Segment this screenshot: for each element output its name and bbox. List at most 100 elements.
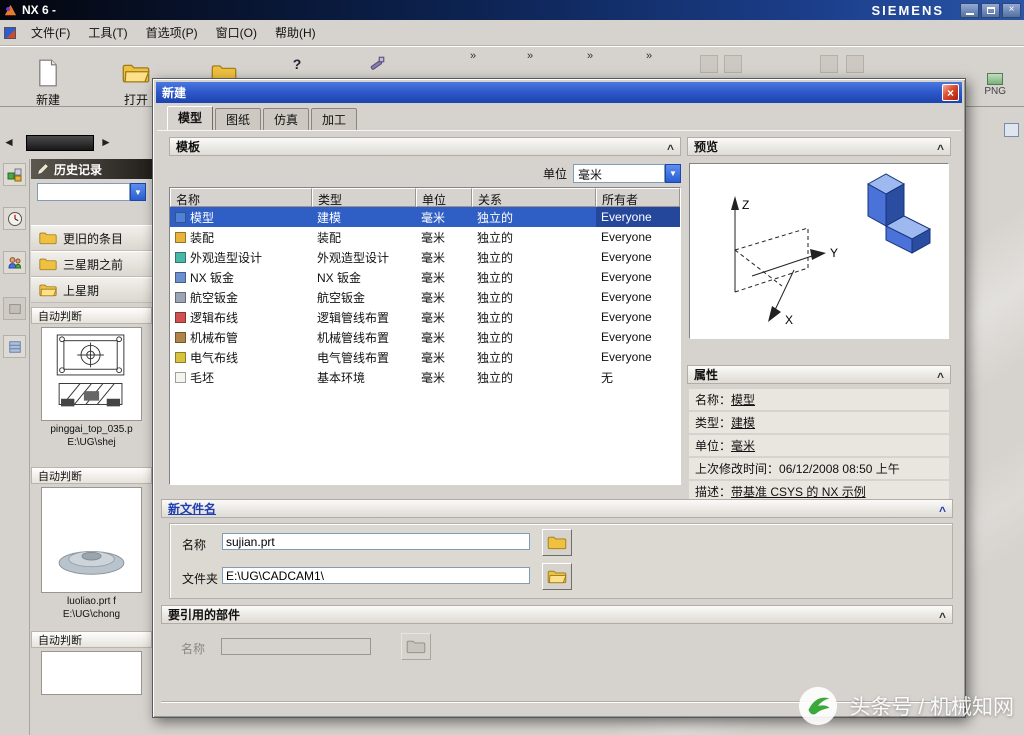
view-mini-icon[interactable] — [1004, 123, 1019, 137]
toolbar-overflow-icon[interactable]: » — [527, 50, 533, 62]
property-last-modified: 上次修改时间：06/12/2008 08:50 上午 — [689, 458, 949, 479]
part-thumbnail-image — [42, 491, 141, 589]
nx-application-window: NX 6 - SIEMENS × 文件(F) 工具(T) 首选项(P) 窗口(O… — [0, 0, 1024, 735]
collapse-arrow-icon[interactable]: ^ — [939, 612, 946, 622]
history-group-older[interactable]: 更旧的条目 — [31, 225, 152, 251]
column-header-type[interactable]: 类型 — [312, 188, 416, 207]
browse-file-button[interactable] — [542, 529, 572, 556]
tab-simulation[interactable]: 仿真 — [263, 108, 309, 131]
column-header-relationship[interactable]: 关系 — [472, 188, 596, 207]
units-label: 单位 — [543, 165, 567, 182]
part-thumbnail[interactable] — [41, 651, 142, 695]
menubar: 文件(F) 工具(T) 首选项(P) 窗口(O) 帮助(H) — [0, 20, 1024, 46]
property-type: 类型：建模 — [689, 412, 949, 433]
properties-section-header[interactable]: 属性 ^ — [687, 365, 951, 384]
close-window-button[interactable]: × — [1002, 3, 1021, 18]
library-icon[interactable] — [3, 297, 26, 320]
units-row: 单位 毫米 ▼ — [169, 161, 681, 185]
disabled-tool-icon — [846, 55, 864, 73]
dialog-close-button[interactable]: × — [942, 84, 959, 101]
collapse-arrow-icon[interactable]: ^ — [667, 144, 674, 154]
navigator-icon[interactable] — [3, 163, 26, 186]
menu-preferences[interactable]: 首选项(P) — [137, 21, 207, 44]
table-row[interactable]: 航空钣金航空钣金毫米独立的Everyone — [170, 287, 680, 307]
folder-icon — [547, 535, 567, 550]
menu-help[interactable]: 帮助(H) — [266, 21, 325, 44]
window-title: NX 6 - — [22, 3, 56, 17]
collapse-arrow-icon[interactable]: ^ — [937, 144, 944, 154]
panel-back-icon[interactable]: ◄ — [3, 135, 15, 149]
table-cell: 独立的 — [472, 227, 596, 247]
history-entry-header[interactable]: 自动判断 — [31, 307, 152, 324]
new-file-panel: 名称 文件夹 — [169, 523, 953, 599]
watermark-logo-icon — [797, 685, 839, 727]
history-entry-header[interactable]: 自动判断 — [31, 631, 152, 648]
history-filter-combobox[interactable]: ▼ — [37, 183, 146, 201]
menu-window[interactable]: 窗口(O) — [207, 21, 266, 44]
roles-icon[interactable] — [3, 251, 26, 274]
shape-studio-template-icon — [175, 252, 186, 263]
templates-section-header[interactable]: 模板 ^ — [169, 137, 681, 156]
file-name-input[interactable] — [222, 533, 530, 550]
history-entry: 自动判断 luoliao.prt f E:\UG\chong — [31, 467, 152, 621]
toolbar-overflow-icon[interactable]: » — [470, 50, 476, 62]
table-row[interactable]: 外观造型设计外观造型设计毫米独立的Everyone — [170, 247, 680, 267]
history-clock-icon[interactable] — [3, 207, 26, 230]
table-row[interactable]: 模型建模毫米独立的Everyone — [170, 207, 680, 227]
table-cell: 独立的 — [472, 247, 596, 267]
folder-path-input[interactable] — [222, 567, 530, 584]
table-row[interactable]: NX 钣金NX 钣金毫米独立的Everyone — [170, 267, 680, 287]
collapse-arrow-icon[interactable]: ^ — [937, 372, 944, 382]
history-entry-header[interactable]: 自动判断 — [31, 467, 152, 484]
table-row[interactable]: 装配装配毫米独立的Everyone — [170, 227, 680, 247]
tool-icon — [368, 55, 386, 73]
table-row[interactable]: 机械布管机械管线布置毫米独立的Everyone — [170, 327, 680, 347]
history-group-three-weeks[interactable]: 三星期之前 — [31, 251, 152, 277]
reference-section-header[interactable]: 要引用的部件 ^ — [161, 605, 953, 624]
table-row[interactable]: 电气布线电气管线布置毫米独立的Everyone — [170, 347, 680, 367]
table-cell: Everyone — [596, 267, 680, 287]
palettes-icon[interactable] — [3, 335, 26, 358]
table-cell: 毫米 — [416, 347, 472, 367]
column-header-units[interactable]: 单位 — [416, 188, 472, 207]
toolbar-overflow-icon[interactable]: » — [587, 50, 593, 62]
history-filter-field[interactable] — [37, 183, 130, 201]
dropdown-arrow-icon[interactable]: ▼ — [130, 183, 146, 201]
minimize-button[interactable] — [960, 3, 979, 18]
tab-model[interactable]: 模型 — [167, 106, 213, 131]
table-cell: 外观造型设计 — [170, 247, 312, 267]
toolbar-overflow-icon[interactable]: » — [646, 50, 652, 62]
panel-forward-icon[interactable]: ► — [100, 135, 112, 149]
tools-button[interactable] — [366, 53, 388, 75]
new-file-section-header[interactable]: 新文件名 ^ — [161, 499, 953, 518]
part-thumbnail[interactable] — [41, 487, 142, 593]
column-header-owner[interactable]: 所有者 — [596, 188, 680, 207]
table-header-row: 名称 类型 单位 关系 所有者 — [170, 188, 680, 207]
table-cell: Everyone — [596, 247, 680, 267]
table-cell: NX 钣金 — [170, 267, 312, 287]
png-export-button[interactable]: PNG — [984, 73, 1006, 97]
part-thumbnail[interactable] — [41, 327, 142, 421]
dropdown-arrow-icon[interactable]: ▼ — [665, 164, 681, 183]
collapse-arrow-icon[interactable]: ^ — [939, 506, 946, 516]
dialog-titlebar[interactable]: 新建 × — [156, 82, 962, 103]
help-button[interactable]: ? — [286, 53, 308, 75]
tab-drawing[interactable]: 图纸 — [215, 108, 261, 131]
table-row[interactable]: 毛坯基本环境毫米独立的无 — [170, 367, 680, 387]
menu-file[interactable]: 文件(F) — [22, 21, 79, 44]
table-row[interactable]: 逻辑布线逻辑管线布置毫米独立的Everyone — [170, 307, 680, 327]
table-cell: Everyone — [596, 287, 680, 307]
tab-manufacturing[interactable]: 加工 — [311, 108, 357, 131]
units-combobox[interactable]: 毫米 ▼ — [573, 164, 681, 183]
window-titlebar: NX 6 - SIEMENS × — [0, 0, 1024, 20]
menu-tools[interactable]: 工具(T) — [79, 21, 136, 44]
history-group-last-week[interactable]: 上星期 — [31, 277, 152, 303]
column-header-name[interactable]: 名称 — [170, 188, 312, 207]
minimize-icon — [966, 13, 974, 15]
new-button[interactable]: 新建 — [12, 57, 84, 108]
table-cell: 无 — [596, 367, 680, 387]
panel-tab-handle[interactable] — [26, 135, 94, 151]
browse-folder-button[interactable] — [542, 563, 572, 590]
restore-button[interactable] — [981, 3, 1000, 18]
preview-section-header[interactable]: 预览 ^ — [687, 137, 951, 156]
